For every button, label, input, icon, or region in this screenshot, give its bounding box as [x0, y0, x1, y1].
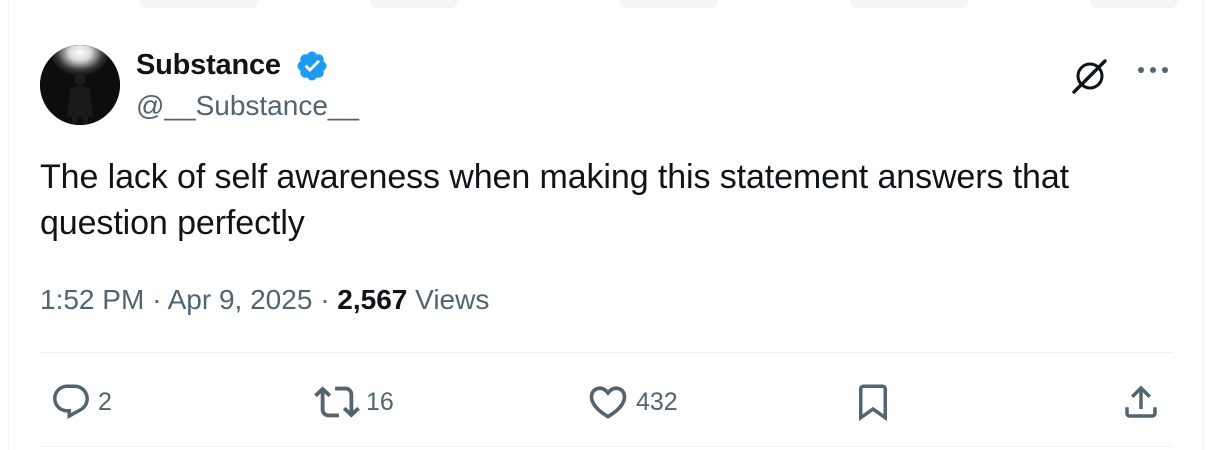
repost-button[interactable]: 16 — [314, 380, 394, 424]
grok-icon[interactable] — [1068, 54, 1112, 98]
reply-count: 2 — [98, 388, 112, 416]
more-options-icon[interactable] — [1135, 58, 1171, 82]
author-name[interactable]: Substance — [136, 48, 281, 82]
tweet-text: The lack of self awareness when making t… — [40, 158, 1070, 242]
views-label: Views — [415, 284, 490, 315]
heart-icon — [586, 380, 630, 424]
like-button[interactable]: 432 — [586, 380, 678, 424]
reply-icon — [50, 381, 92, 423]
avatar[interactable] — [40, 45, 120, 125]
reply-button[interactable]: 2 — [50, 380, 112, 424]
repost-icon — [314, 379, 360, 425]
repost-count: 16 — [366, 388, 394, 416]
like-count: 432 — [636, 388, 678, 416]
share-button[interactable] — [1120, 380, 1162, 424]
tweet-date[interactable]: Apr 9, 2025 — [168, 284, 313, 315]
divider — [40, 446, 1172, 447]
bookmark-button[interactable] — [852, 380, 894, 424]
verified-badge-icon — [295, 49, 329, 83]
share-icon — [1120, 380, 1162, 424]
bookmark-icon — [852, 380, 894, 424]
author-handle[interactable]: @__Substance__ — [136, 89, 359, 123]
previous-post-remnant — [9, 0, 1203, 14]
meta-separator: · — [320, 284, 330, 315]
tweet-time[interactable]: 1:52 PM — [40, 284, 144, 315]
divider — [40, 352, 1172, 353]
meta-separator: · — [152, 284, 162, 315]
tweet-metadata: 1:52 PM · Apr 9, 2025 · 2,567 Views — [40, 282, 489, 318]
views-count: 2,567 — [337, 284, 408, 315]
